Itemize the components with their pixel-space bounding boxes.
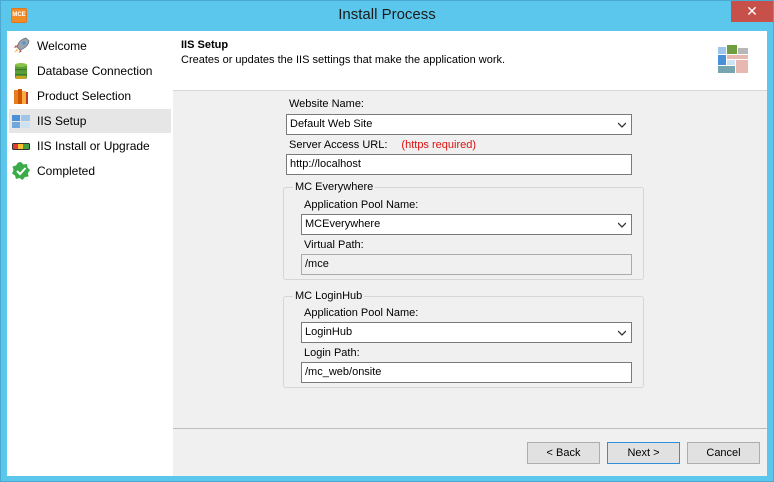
sidebar-item-label: IIS Install or Upgrade — [37, 139, 150, 153]
sidebar-item-label: IIS Setup — [37, 114, 87, 128]
windows-tiles-icon — [718, 45, 748, 77]
website-name-label: Website Name: — [289, 98, 364, 110]
mce-path-label: Virtual Path: — [304, 239, 364, 251]
website-name-value: Default Web Site — [290, 118, 373, 130]
server-url-label-text: Server Access URL: — [289, 139, 388, 151]
next-button[interactable]: Next > — [607, 442, 680, 464]
back-button[interactable]: < Back — [527, 442, 600, 464]
sidebar-item-completed: Completed — [9, 159, 171, 183]
sidebar-item-product-selection: Product Selection — [9, 84, 171, 108]
login-path-label: Login Path: — [304, 347, 360, 359]
mc-everywhere-group-title: MC Everywhere — [293, 181, 376, 193]
title-bar[interactable]: MCE Install Process ✕ — [1, 1, 773, 31]
install-window: MCE Install Process ✕ Welcome Database C… — [0, 0, 774, 482]
chevron-down-icon — [618, 222, 626, 228]
login-path-input[interactable]: /mc_web/onsite — [301, 362, 632, 383]
page-description: Creates or updates the IIS settings that… — [181, 54, 506, 66]
loginhub-pool-label: Application Pool Name: — [304, 307, 419, 319]
page-title: IIS Setup — [181, 39, 229, 51]
mce-path-field: /mce — [301, 254, 632, 275]
cancel-button[interactable]: Cancel — [687, 442, 760, 464]
rocket-icon — [11, 36, 31, 56]
window-title: Install Process — [338, 6, 436, 23]
progress-bar-icon — [11, 136, 31, 156]
sidebar-item-label: Database Connection — [37, 64, 153, 78]
chevron-down-icon — [618, 330, 626, 336]
main-panel: IIS Setup Creates or updates the IIS set… — [173, 31, 767, 476]
sidebar-item-welcome: Welcome — [9, 34, 171, 58]
footer-divider — [173, 428, 767, 429]
website-name-select[interactable]: Default Web Site — [286, 114, 632, 135]
server-url-label: Server Access URL: (https required) — [289, 139, 476, 151]
books-icon — [11, 86, 31, 106]
loginhub-pool-value: LoginHub — [305, 326, 353, 338]
mce-pool-label: Application Pool Name: — [304, 199, 419, 211]
sidebar-item-database-connection: Database Connection — [9, 59, 171, 83]
chevron-down-icon — [618, 122, 626, 128]
server-icon — [11, 111, 31, 131]
database-icon — [11, 61, 31, 81]
mce-pool-select[interactable]: MCEverywhere — [301, 214, 632, 235]
server-url-input[interactable]: http://localhost — [286, 154, 632, 175]
client-area: Welcome Database Connection Product Sele… — [7, 31, 767, 476]
sidebar-item-label: Welcome — [37, 39, 87, 53]
checkmark-badge-icon — [11, 161, 31, 181]
mce-pool-value: MCEverywhere — [305, 218, 381, 230]
loginhub-pool-select[interactable]: LoginHub — [301, 322, 632, 343]
mc-loginhub-group-title: MC LoginHub — [293, 290, 365, 302]
steps-sidebar: Welcome Database Connection Product Sele… — [7, 31, 173, 476]
sidebar-item-iis-install-or-upgrade: IIS Install or Upgrade — [9, 134, 171, 158]
close-button[interactable]: ✕ — [731, 1, 773, 22]
page-header: IIS Setup Creates or updates the IIS set… — [173, 31, 767, 91]
https-required-note: (https required) — [401, 139, 477, 151]
sidebar-item-label: Completed — [37, 164, 96, 178]
sidebar-item-label: Product Selection — [37, 89, 132, 103]
sidebar-item-iis-setup: IIS Setup — [9, 109, 171, 133]
